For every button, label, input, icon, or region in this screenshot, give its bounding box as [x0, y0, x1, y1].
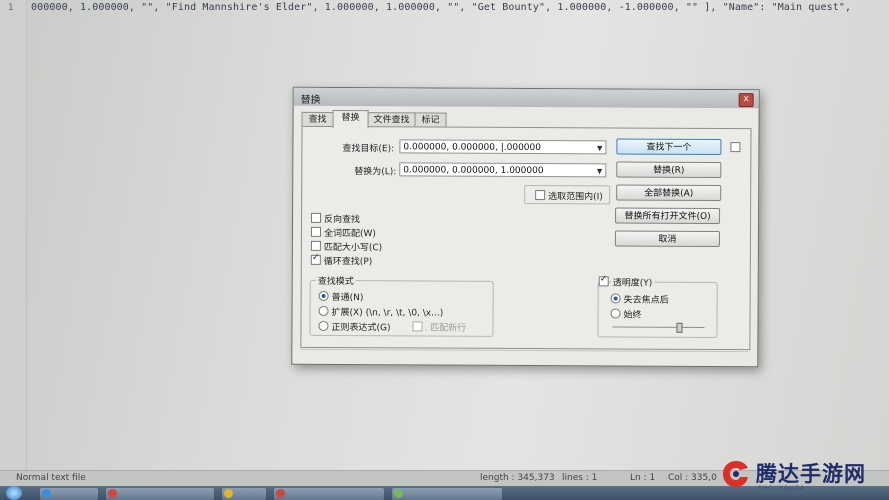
- match-case-checkbox[interactable]: [310, 240, 321, 251]
- watermark-subtext: SHOUYOUDA: [758, 485, 806, 492]
- cancel-button[interactable]: 取消: [614, 230, 720, 248]
- always-label: 始终: [623, 310, 642, 321]
- search-mode-title: 查找模式: [315, 273, 356, 288]
- mode-normal-label: 普通(N): [331, 292, 364, 304]
- code-line[interactable]: 000000, 1.000000, "", "Find Mannshire's …: [31, 2, 851, 13]
- mode-normal-radio[interactable]: [318, 290, 329, 301]
- search-mode-group: 查找模式 普通(N) 扩展(X) (\n, \r, \t, \0, \x...)…: [309, 273, 494, 337]
- backward-label: 反向查找: [324, 214, 361, 226]
- dialog-title: 替换: [300, 94, 321, 106]
- close-button[interactable]: x: [738, 93, 754, 108]
- line-number: 1: [8, 3, 14, 13]
- whole-word-checkbox[interactable]: [310, 226, 321, 237]
- replace-input[interactable]: 0.000000, 0.000000, 1.000000 ▼: [399, 162, 607, 178]
- whole-word-label: 全词匹配(W): [323, 228, 376, 240]
- wrap-around-checkbox[interactable]: [310, 254, 321, 265]
- in-selection-checkbox[interactable]: [535, 190, 546, 201]
- app-icon: [108, 489, 117, 498]
- transparency-checkbox[interactable]: [598, 276, 609, 287]
- replace-input-value: 0.000000, 0.000000, 1.000000: [403, 165, 544, 177]
- replace-all-button[interactable]: 全部替换(A): [616, 184, 722, 202]
- transparency-slider-thumb[interactable]: [676, 322, 683, 333]
- dot-newline-label: . 匹配新行: [424, 323, 467, 334]
- find-input-value: 0.000000, 0.000000, |.000000: [403, 142, 542, 154]
- tab-replace[interactable]: 替换: [332, 109, 369, 129]
- chrome-icon: [224, 489, 233, 498]
- mode-extended-radio[interactable]: [318, 305, 329, 316]
- lines-info: lines : 1: [562, 473, 598, 483]
- ln-info: Ln : 1: [630, 473, 656, 483]
- dot-newline-checkbox[interactable]: [412, 321, 423, 332]
- file-type: Normal text file: [16, 473, 86, 483]
- chevron-down-icon[interactable]: ▼: [597, 164, 602, 177]
- app-icon: [276, 489, 285, 498]
- taskbar-app-notepad[interactable]: [392, 488, 502, 500]
- dialog-status-area: [300, 348, 749, 363]
- wrap-around-label: 循环查找(P): [323, 256, 373, 268]
- replace-dialog: 替换 x 查找 替换 文件查找 标记 查找目标(E): 0.000000, 0.…: [291, 86, 760, 368]
- match-case-label: 匹配大小写(C): [323, 242, 383, 254]
- mode-regex-radio[interactable]: [318, 320, 329, 331]
- taskbar-app-1[interactable]: [106, 488, 214, 500]
- watermark: 腾达手游网 SHOUYOUDA: [714, 454, 889, 500]
- transparency-group: 透明度(Y) 失去焦点后 始终: [597, 275, 718, 339]
- always-radio[interactable]: [610, 308, 621, 319]
- replace-panel: 查找目标(E): 0.000000, 0.000000, |.000000 ▼ …: [300, 125, 752, 351]
- find-input[interactable]: 0.000000, 0.000000, |.000000 ▼: [399, 139, 607, 155]
- in-selection-box: 选取范围内(I): [524, 184, 611, 205]
- find-next-button[interactable]: 查找下一个: [616, 138, 722, 156]
- taskbar-app-ie[interactable]: [40, 488, 98, 500]
- on-lose-focus-radio[interactable]: [610, 293, 621, 304]
- tab-find[interactable]: 查找: [301, 111, 334, 127]
- tab-find-in-files[interactable]: 文件查找: [367, 112, 416, 128]
- length-info: length : 345,373: [480, 473, 555, 483]
- transparency-slider-track[interactable]: [612, 326, 705, 328]
- taskbar-app-2[interactable]: [274, 488, 384, 500]
- mode-regex-label: 正则表达式(G): [331, 322, 391, 334]
- find-next-option-checkbox[interactable]: [730, 142, 741, 153]
- replace-all-open-files-button[interactable]: 替换所有打开文件(O): [615, 207, 721, 225]
- find-label: 查找目标(E):: [342, 144, 395, 155]
- tab-mark[interactable]: 标记: [414, 112, 447, 128]
- notepad-icon: [394, 489, 403, 498]
- chevron-down-icon[interactable]: ▼: [597, 141, 602, 154]
- watermark-logo-icon: [723, 461, 748, 487]
- replace-label: 替换为(L):: [354, 167, 397, 178]
- replace-button[interactable]: 替换(R): [616, 161, 722, 179]
- line-gutter: 1: [0, 0, 27, 470]
- on-lose-focus-label: 失去焦点后: [623, 295, 669, 306]
- dialog-titlebar[interactable]: 替换 x: [293, 87, 759, 109]
- in-selection-label: 选取范围内(I): [548, 192, 603, 203]
- taskbar-app-chrome[interactable]: [222, 488, 266, 500]
- col-info: Col : 335,0: [668, 473, 717, 483]
- mode-extended-label: 扩展(X) (\n, \r, \t, \0, \x...): [331, 307, 444, 319]
- watermark-text: 腾达手游网: [756, 462, 866, 486]
- transparency-title: 透明度(Y): [610, 275, 655, 289]
- start-button[interactable]: [6, 486, 22, 500]
- browser-icon: [42, 489, 51, 498]
- close-icon: x: [743, 94, 749, 105]
- backward-checkbox[interactable]: [311, 212, 322, 223]
